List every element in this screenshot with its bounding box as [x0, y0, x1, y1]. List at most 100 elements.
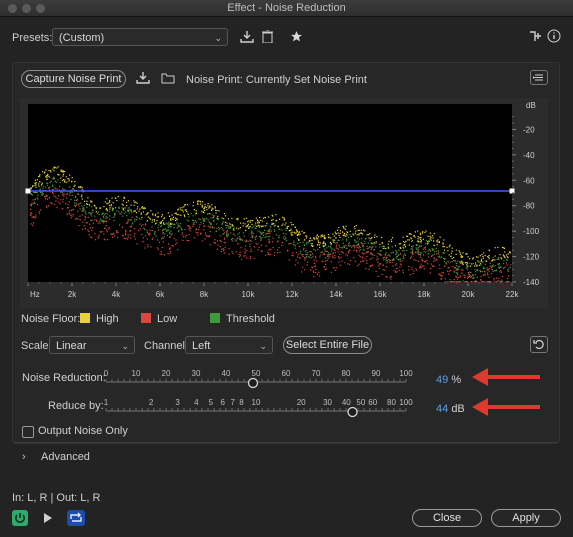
spectrum-dot [86, 200, 88, 202]
trash-icon[interactable] [261, 29, 273, 45]
reset-button[interactable] [530, 336, 548, 353]
spectrum-dot [467, 275, 469, 277]
spectrum-dot [154, 232, 156, 234]
spectrum-dot [401, 260, 403, 262]
routing-icon[interactable] [528, 30, 542, 45]
spectrum-dot [417, 246, 420, 249]
panel-menu-button[interactable] [530, 70, 548, 85]
spectrum-dot [282, 237, 284, 239]
spectrum-dot [252, 235, 254, 237]
spectrum-dot [405, 240, 407, 242]
spectrum-dot [113, 220, 115, 222]
spectrum-dot [63, 195, 65, 197]
reduce-by-slider-tick-label: 60 [368, 398, 377, 407]
noise-graph[interactable]: dB -20 -40 -60 -80 -100 -120 -140 Hz 2k 4k 6k 8k 10k… [20, 98, 548, 308]
spectrum-dot [276, 234, 278, 236]
spectrum-dot [356, 246, 358, 248]
spectrum-dot [50, 170, 52, 172]
spectrum-dot [268, 249, 270, 251]
apply-button[interactable]: Apply [491, 509, 561, 527]
play-icon[interactable] [43, 512, 53, 527]
chevron-right-icon[interactable]: › [22, 451, 26, 463]
spectrum-dot [245, 217, 247, 219]
noise-reduction-slider-handle[interactable] [247, 377, 259, 389]
spectrum-dot [438, 241, 440, 243]
spectrum-dot [480, 275, 482, 278]
spectrum-dot [213, 219, 215, 221]
spectrum-dot [164, 233, 166, 235]
spectrum-dot [171, 214, 173, 216]
spectrum-dot [465, 267, 467, 269]
noise-reduction-slider-tick-label: 100 [399, 369, 413, 378]
spectrum-dot [89, 223, 91, 225]
spectrum-dot [457, 274, 459, 276]
spectrum-dot [422, 231, 424, 233]
spectrum-dot [255, 217, 257, 219]
spectrum-dot [114, 235, 116, 237]
presets-select[interactable]: (Custom) ⌄ [52, 28, 228, 46]
spectrum-dot [375, 241, 377, 243]
close-button[interactable]: Close [412, 509, 482, 527]
spectrum-dot [324, 243, 326, 245]
spectrum-dot [51, 189, 53, 191]
spectrum-dot [112, 202, 114, 204]
channel-select[interactable]: Left ⌄ [185, 336, 273, 354]
spectrum-dot [461, 272, 463, 274]
spectrum-dot [327, 237, 330, 239]
spectrum-dot [50, 171, 52, 173]
spectrum-dot [92, 222, 94, 224]
advanced-toggle[interactable]: Advanced [41, 451, 90, 463]
spectrum-dot [35, 184, 37, 186]
spectrum-dot [84, 211, 86, 213]
window-title: Effect - Noise Reduction [227, 2, 346, 14]
power-toggle[interactable] [12, 510, 28, 526]
spectrum-dot [257, 243, 259, 245]
reduce-by-slider-tick-label: 100 [399, 398, 413, 407]
spectrum-dot [108, 227, 110, 229]
spectrum-dot [262, 231, 264, 233]
reduce-by-slider-tick-label: 3 [175, 398, 180, 407]
loop-toggle[interactable] [67, 510, 85, 526]
reduce-by-slider[interactable]: 1 2 3 4 5 6 7 8 10 20 30 40 50 60 80 100 [100, 396, 420, 420]
folder-icon[interactable] [161, 72, 175, 86]
spectrum-dot [128, 207, 130, 209]
download-noise-print-icon[interactable] [136, 72, 150, 86]
spectrum-dot [47, 182, 49, 184]
spectrum-dot [202, 217, 204, 219]
spectrum-dot [220, 227, 223, 229]
spectrum-dot [81, 210, 83, 212]
info-icon[interactable] [547, 29, 561, 45]
curve-handle-left[interactable] [25, 188, 31, 194]
spectrum-dot [369, 265, 371, 267]
spectrum-dot [346, 255, 348, 257]
spectrum-dot [39, 209, 41, 211]
spectrum-dot [86, 206, 88, 208]
spectrum-dot [317, 248, 319, 251]
noise-reduction-slider[interactable]: 0 10 20 30 40 50 60 70 80 90 100 [100, 367, 420, 391]
capture-noise-print-button[interactable]: Capture Noise Print [21, 70, 126, 88]
spectrum-dot [173, 226, 175, 229]
spectrum-dot [179, 207, 181, 209]
reduce-by-slider-handle[interactable] [347, 406, 358, 418]
spectrum-dot [488, 258, 490, 260]
spectrum-dot [342, 231, 344, 233]
spectrum-dot [385, 248, 387, 250]
spectrum-dot [70, 198, 72, 201]
spectrum-dot [30, 193, 32, 195]
spectrum-dot [58, 195, 60, 197]
spectrum-dot [359, 238, 361, 240]
output-noise-only-checkbox[interactable] [22, 426, 34, 438]
noise-reduction-value[interactable]: 49 [436, 374, 448, 386]
spectrum-dot [99, 218, 101, 220]
spectrum-dot [122, 208, 124, 210]
spectrum-dot [249, 221, 251, 223]
spectrum-dot [344, 246, 346, 249]
star-icon[interactable] [289, 30, 303, 45]
noise-graph-canvas[interactable]: dB-20-40-60-80-100-120-140 Hz 2k 4k 6k 8k 10k… [20, 98, 548, 308]
reduce-by-value[interactable]: 44 [436, 403, 448, 415]
spectrum-dot [358, 247, 360, 249]
download-preset-icon[interactable] [240, 31, 254, 45]
scale-select[interactable]: Linear ⌄ [49, 336, 135, 354]
spectrum-dot [430, 236, 432, 239]
select-entire-file-button[interactable]: Select Entire File [283, 336, 372, 354]
